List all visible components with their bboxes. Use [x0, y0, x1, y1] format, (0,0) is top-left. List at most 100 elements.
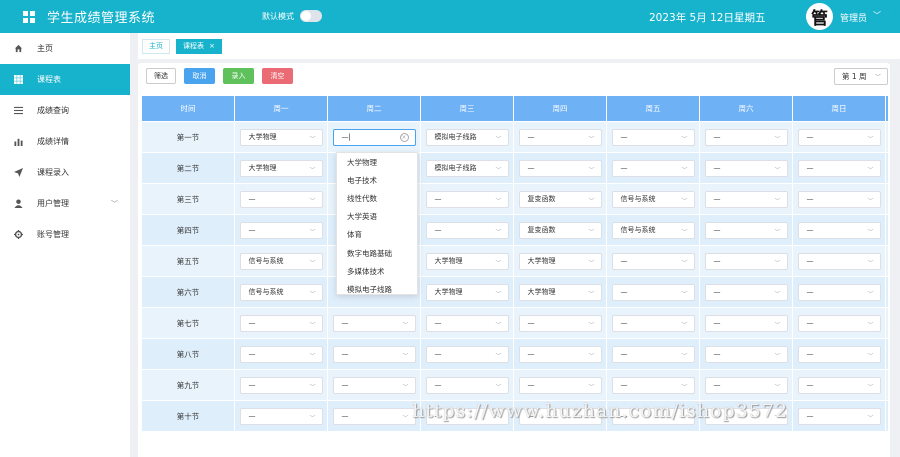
filter-button[interactable]: 筛选 — [146, 68, 176, 84]
course-select[interactable]: — ﹀ — [797, 283, 881, 301]
course-select[interactable]: — ﹀ — [797, 314, 881, 332]
course-select[interactable]: — ﹀ — [332, 345, 416, 363]
course-select[interactable]: — ﹀ — [518, 314, 602, 332]
course-select[interactable]: — ﹀ — [611, 159, 695, 177]
dropdown-option[interactable]: 数字电路基础 — [337, 244, 417, 262]
chevron-down-icon[interactable]: ﹀ — [873, 10, 881, 21]
course-select[interactable]: — ﹀ — [704, 190, 788, 208]
course-select[interactable]: — ﹀ — [518, 345, 602, 363]
course-select[interactable]: 大学物理 ﹀ — [239, 159, 323, 177]
course-select[interactable]: — ﹀ — [425, 345, 509, 363]
course-select[interactable]: — ﹀ — [239, 407, 323, 425]
course-select[interactable]: — ﹀ — [332, 314, 416, 332]
course-select[interactable]: — ﹀ — [239, 314, 323, 332]
period-label: 第七节 — [176, 318, 200, 328]
course-select[interactable]: — ﹀ — [704, 159, 788, 177]
tab-schedule[interactable]: 课程表 × — [176, 38, 222, 54]
course-select[interactable]: 大学物理 ﹀ — [425, 252, 509, 270]
dropdown-option[interactable]: 体育 — [337, 226, 417, 244]
course-select[interactable]: — ﹀ — [797, 376, 881, 394]
week-select[interactable]: 第 1 周 ﹀ — [834, 68, 888, 85]
course-select[interactable]: — ﹀ — [704, 283, 788, 301]
enter-button[interactable]: 录入 — [223, 68, 254, 84]
course-select[interactable]: — ﹀ — [332, 407, 416, 425]
sidebar-item-home[interactable]: 主页 — [0, 33, 130, 64]
schedule-cell: — ﹀ — [235, 308, 328, 338]
user-name[interactable]: 管理员 — [840, 11, 867, 24]
course-select[interactable]: — ﹀ — [797, 345, 881, 363]
course-select[interactable]: — ﹀ — [239, 190, 323, 208]
course-select[interactable]: — ﹀ — [425, 221, 509, 239]
course-select[interactable]: — ﹀ — [425, 190, 509, 208]
course-select[interactable]: — ﹀ — [704, 314, 788, 332]
course-select[interactable]: — ﹀ — [425, 314, 509, 332]
dropdown-option[interactable]: 模拟电子线路 — [337, 280, 417, 294]
course-select[interactable]: — ﹀ — [797, 159, 881, 177]
sidebar-item-schedule[interactable]: 课程表 — [0, 64, 130, 95]
course-select[interactable]: — ﹀ — [704, 128, 788, 146]
course-select[interactable]: — ﹀ — [797, 407, 881, 425]
course-select[interactable]: — ﹀ — [611, 376, 695, 394]
column-header: 周五 — [607, 96, 700, 121]
avatar[interactable]: 管 — [806, 3, 833, 30]
course-select[interactable]: — ﹀ — [611, 314, 695, 332]
course-select[interactable]: — ﹀ — [797, 252, 881, 270]
course-select[interactable]: 大学物理 ﹀ — [239, 128, 323, 146]
tab-home[interactable]: 主页 — [142, 38, 170, 54]
dropdown-option[interactable]: 大学英语 — [337, 208, 417, 226]
course-select[interactable]: 复变函数 ﹀ — [518, 190, 602, 208]
sidebar-item-grade-query[interactable]: 成绩查询 — [0, 95, 130, 126]
course-select[interactable]: 大学物理 ﹀ — [425, 283, 509, 301]
course-select[interactable]: 大学物理 ﹀ — [518, 283, 602, 301]
course-select[interactable]: — ﹀ — [611, 345, 695, 363]
sidebar-item-account-management[interactable]: 账号管理 — [0, 219, 130, 250]
course-select[interactable]: — ﹀ — [704, 376, 788, 394]
clear-circle-icon[interactable]: × — [399, 132, 409, 142]
chevron-down-icon: ﹀ — [588, 383, 595, 391]
course-select[interactable]: — ﹀ — [518, 376, 602, 394]
menu-grid-icon[interactable] — [23, 10, 35, 23]
course-select[interactable]: 大学物理 ﹀ — [518, 252, 602, 270]
course-select[interactable]: 模拟电子线路 ﹀ — [425, 159, 509, 177]
sidebar-item-user-management[interactable]: 用户管理 ﹀ — [0, 188, 130, 219]
close-icon[interactable]: × — [209, 42, 215, 50]
dropdown-option[interactable]: 电子技术 — [337, 171, 417, 189]
course-select[interactable]: — ﹀ — [797, 128, 881, 146]
sidebar-item-grade-detail[interactable]: 成绩详情 — [0, 126, 130, 157]
course-select[interactable]: — ﹀ — [611, 252, 695, 270]
course-select[interactable]: 复变函数 ﹀ — [518, 221, 602, 239]
course-select[interactable]: — ﹀ — [704, 345, 788, 363]
course-select[interactable]: — ﹀ — [797, 190, 881, 208]
course-select[interactable]: — ﹀ — [518, 159, 602, 177]
chevron-down-icon: ﹀ — [309, 414, 316, 422]
course-select[interactable]: 信号与系统 ﹀ — [239, 283, 323, 301]
course-select[interactable]: — ﹀ — [611, 128, 695, 146]
course-select[interactable]: — ﹀ — [611, 283, 695, 301]
chevron-down-icon[interactable]: ﹀ — [111, 199, 118, 209]
dark-mode-toggle[interactable] — [300, 10, 322, 22]
course-select[interactable]: — ﹀ — [425, 376, 509, 394]
clear-button[interactable]: 清空 — [262, 68, 293, 84]
dropdown-option[interactable]: 线性代数 — [337, 189, 417, 207]
current-weekday: 星期五 — [734, 12, 766, 24]
dropdown-option[interactable]: 大学物理 — [337, 153, 417, 171]
course-select[interactable]: 模拟电子线路 ﹀ — [425, 128, 509, 146]
course-select[interactable]: — ﹀ — [797, 221, 881, 239]
course-select[interactable]: — ﹀ — [704, 221, 788, 239]
course-select[interactable]: — ﹀ — [239, 221, 323, 239]
dark-mode-switch[interactable]: 默认模式 — [262, 10, 322, 22]
cancel-button[interactable]: 取消 — [184, 68, 215, 84]
course-select[interactable]: 信号与系统 ﹀ — [611, 221, 695, 239]
course-select[interactable]: 信号与系统 ﹀ — [611, 190, 695, 208]
sidebar-item-course-entry[interactable]: 课程录入 — [0, 157, 130, 188]
course-select[interactable]: — ﹀ — [239, 376, 323, 394]
course-select[interactable]: — ﹀ — [518, 128, 602, 146]
course-select[interactable]: —| × — [332, 128, 416, 146]
course-select[interactable]: — ﹀ — [332, 376, 416, 394]
course-select[interactable]: — ﹀ — [239, 345, 323, 363]
course-select[interactable]: 信号与系统 ﹀ — [239, 252, 323, 270]
course-select-value: — — [434, 350, 442, 358]
dropdown-option[interactable]: 多媒体技术 — [337, 262, 417, 280]
chevron-down-icon: ﹀ — [495, 383, 502, 391]
course-select[interactable]: — ﹀ — [704, 252, 788, 270]
